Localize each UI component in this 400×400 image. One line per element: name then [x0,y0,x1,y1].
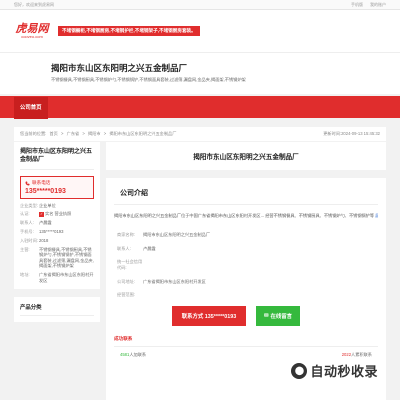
breadcrumb-company: 揭阳市东山区东阳明之兴五金制品厂 [109,131,177,136]
phone-number[interactable]: 135*****0193 [25,188,89,195]
detail-key: 经营范围: [117,292,135,297]
info-key: 认证: [20,211,30,217]
info-cert: 认证: ✓ 实名 营业执照 [20,211,94,217]
stat-number: 2022 [341,351,352,357]
detail-value: 卢晨霞 [143,245,156,251]
info-key: 企业类型: [20,202,38,208]
info-contact: 联系人: 卢晨霞 [20,220,94,225]
sidebar-company-name: 揭阳市东山区东阳明之兴五金制品厂 [20,148,94,170]
call-button[interactable]: 联系方式 135*****0193 [172,305,246,326]
account-link[interactable]: 我的账户 [370,2,386,8]
spacer [0,118,400,127]
breadcrumb-bar: 您当前的位置: 首页 > 广东省 > 揭阳市 > 揭阳市东山区东阳明之兴五金制品… [14,127,386,141]
slogan-banner: 不堵钢橱柜,不堵钢厨房,不堵钢护栏,不堵钢架子,不堵钢厨房套装。 [58,26,200,36]
mobile-link[interactable]: 手机版 [351,2,363,8]
info-address: 地址: 广东省揭阳市东山区东阳村开发区 [20,272,94,283]
company-details: 商家名称: 揭阳市东山区东阳明之兴五金制品厂 联系人: 卢晨霞 统一社会信用代码: … [114,232,378,298]
watermark-text: 自动秒收录 [310,364,378,379]
section-title: 公司介绍 [114,184,378,205]
info-key: 地址: [20,272,30,278]
watermark: ⬤ 自动秒收录 [291,361,378,380]
company-header: 揭阳市东山区东阳明之兴五金制品厂 不锈钢餐具,不锈钢厨具,不锈钢炉勺,不锈钢锅铲… [0,52,400,94]
detail-key: 公司地址: [117,278,135,284]
detail-row: 公司地址: 广东省揭阳市东山区东阳村开发区 [117,279,378,285]
detail-key: 联系人: [117,245,131,251]
info-value: 135*****0193 [39,229,64,235]
main-panel: 揭阳市东山区东阳明之兴五金制品厂 公司介绍 揭阳市东山区东阳明之兴五金制品厂位于… [106,142,386,400]
info-value: 广东省揭阳市东山区东阳村开发区 [39,272,94,283]
info-type: 企业类型: 企业单位 [20,203,94,208]
detail-row: 联系人: 卢晨霞 [117,246,378,252]
info-value: 卢晨霞 [39,220,52,226]
main-nav: 公司首页 [0,96,400,119]
info-key: 入驻时间: [20,238,38,244]
company-card: 揭阳市东山区东阳明之兴五金制品厂 联系电话 135*****0193 企业类型:… [14,142,100,289]
category-card: 产品分类 [14,296,100,322]
breadcrumb-sep: > [61,131,64,136]
stat-label: 人加联系 [129,351,147,357]
stat-item: 4581人加联系 [120,352,146,358]
stat-item: 2022人累积联系 [342,352,372,358]
detail-row: 统一社会信用代码: [117,259,378,271]
info-business: 主营: 不锈钢餐具,不锈钢厨具,不锈钢炉勺,不锈钢锅铲,不锈钢面具套装,过滤筛,漏… [20,247,94,269]
content-area: 揭阳市东山区东阳明之兴五金制品厂 联系电话 135*****0193 企业类型:… [14,142,386,400]
category-title: 产品分类 [20,303,94,316]
sidebar: 揭阳市东山区东阳明之兴五金制品厂 联系电话 135*****0193 企业类型:… [14,142,100,400]
breadcrumb-province[interactable]: 广东省 [67,131,80,136]
message-button[interactable]: ✉ 在线留言 [256,305,300,326]
phone-label-text: 联系电话 [32,180,51,185]
detail-row: 商家名称: 揭阳市东山区东阳明之兴五金制品厂 [117,232,378,238]
info-value: 实名 营业执照 [45,211,72,217]
detail-key: 统一社会信用代码: [117,259,143,270]
detail-value: 广东省揭阳市东山区东阳村开发区 [143,278,206,284]
breadcrumb-home[interactable]: 首页 [49,131,57,136]
message-button-label: 在线留言 [270,313,293,320]
breadcrumb-prefix: 您当前的位置: [20,131,47,136]
action-buttons: 联系方式 135*****0193 ✉ 在线留言 [172,305,378,326]
breadcrumb-sep: > [82,131,85,136]
info-value: 企业单位 [39,202,56,208]
main-company-title: 揭阳市东山区东阳明之兴五金制品厂 [106,142,386,170]
info-value: 不锈钢餐具,不锈钢厨具,不锈钢炉勺,不锈钢锅铲,不锈钢面具套装,过滤筛,漏盘网,… [39,247,94,269]
top-bar: 您好，欢迎来到虎易网 手机版 我的账户 [0,0,400,10]
nav-home[interactable]: 公司首页 [14,97,48,119]
company-keywords: 不锈钢餐具,不锈钢厨具,不锈钢炉勺,不锈钢锅铲,不锈钢面具套装,过滤筛,漏盘网,… [51,77,246,82]
site-logo[interactable]: 虎易网 cooveo.com [14,18,50,44]
info-value: 2018 [39,238,49,244]
info-key: 联系人: [20,220,34,226]
info-mobile: 手机号: 135*****0193 [20,229,94,234]
info-joined: 入驻时间: 2018 [20,238,94,243]
stat-number: 4581 [120,351,130,357]
expand-link[interactable]: 展开 [375,213,378,218]
detail-row: 经营范围: [117,292,378,298]
contact-stats: 4581人加联系 2022人累积联系 [114,352,378,358]
verified-badge-icon: ✓ [39,211,44,217]
update-time: 更新时间:2024-09-13 15:45:32 [323,131,380,136]
detail-value: 揭阳市东山区东阳明之兴五金制品厂 [143,232,211,237]
breadcrumb-city[interactable]: 揭阳市 [88,131,101,136]
logo-domain: cooveo.com [21,34,43,39]
chat-icon: ✉ [263,312,269,319]
intro-content: 揭阳市东山区东阳明之兴五金制品厂位于中国广东省揭阳市东山区东阳村开发区... 经… [114,213,375,218]
phone-label: 联系电话 [25,180,89,186]
stat-label: 人累积联系 [351,351,372,357]
detail-key: 商家名称: [117,232,135,237]
phone-box[interactable]: 联系电话 135*****0193 [20,176,94,199]
watermark-logo-icon: ⬤ [291,362,308,379]
logo-text: 虎易网 [15,22,49,35]
welcome-text: 您好，欢迎来到虎易网 [14,1,54,7]
contact-title: 成功联系 [114,336,378,347]
breadcrumb-sep: > [103,131,107,136]
phone-icon [25,181,30,185]
brand-bar: 虎易网 cooveo.com 不堵钢橱柜,不堵钢厨房,不堵钢护栏,不堵钢架子,不… [0,10,400,52]
info-key: 手机号: [20,229,34,235]
breadcrumb: 您当前的位置: 首页 > 广东省 > 揭阳市 > 揭阳市东山区东阳明之兴五金制品… [20,131,178,137]
company-name: 揭阳市东山区东阳明之兴五金制品厂 [51,63,188,73]
top-links: 手机版 我的账户 [351,2,386,8]
intro-text: 揭阳市东山区东阳明之兴五金制品厂位于中国广东省揭阳市东山区东阳村开发区... 经… [114,213,378,219]
info-key: 主营: [20,247,30,253]
